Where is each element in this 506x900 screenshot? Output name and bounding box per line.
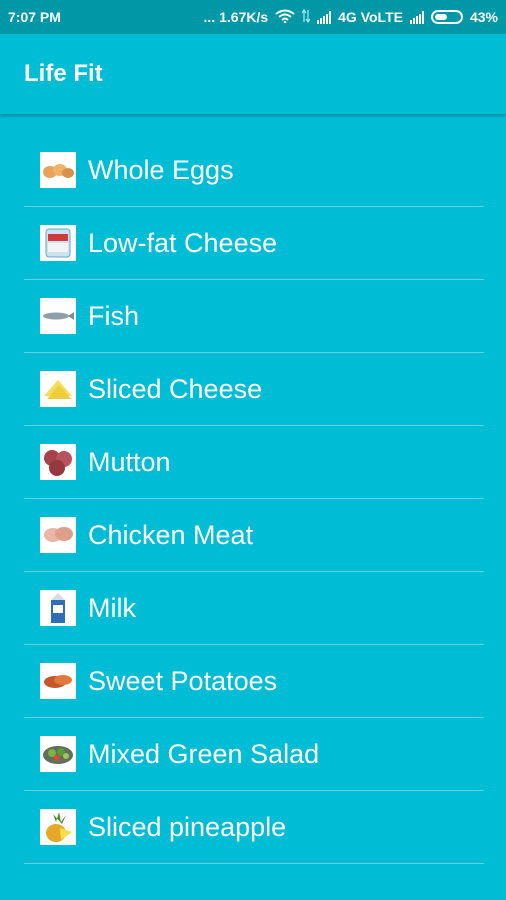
fish-icon: [40, 298, 76, 334]
app-bar: Life Fit: [0, 34, 506, 114]
battery-icon: [430, 10, 463, 24]
food-label: Mutton: [88, 446, 171, 477]
list-item-mutton[interactable]: Mutton: [24, 426, 484, 499]
list-item-fish[interactable]: Fish: [24, 280, 484, 353]
list-item-sliced-pineapple[interactable]: Sliced pineapple: [24, 791, 484, 864]
wifi-icon: [275, 9, 295, 26]
food-label: Chicken Meat: [88, 519, 254, 550]
chicken-meat-icon: [40, 517, 76, 553]
salad-icon: [40, 736, 76, 772]
list-item-whole-eggs[interactable]: Whole Eggs: [24, 134, 484, 207]
battery-percent: 43%: [469, 9, 498, 25]
food-label: Low-fat Cheese: [88, 227, 278, 258]
sweet-potato-icon: [40, 663, 76, 699]
eggs-icon: [40, 152, 76, 188]
list-item-mixed-green-salad[interactable]: Mixed Green Salad: [24, 718, 484, 791]
food-label: Whole Eggs: [88, 154, 234, 185]
food-label: Sliced Cheese: [88, 373, 263, 404]
list-item-low-fat-cheese[interactable]: Low-fat Cheese: [24, 207, 484, 280]
pineapple-icon: [40, 809, 76, 845]
list-item-milk[interactable]: Milk: [24, 572, 484, 645]
food-list: Whole Eggs Low-fat Cheese Fish Sliced Ch…: [24, 134, 484, 864]
food-label: Milk: [88, 592, 136, 623]
status-time: 7:07 PM: [8, 9, 61, 25]
cheese-tub-icon: [40, 225, 76, 261]
list-item-chicken-meat[interactable]: Chicken Meat: [24, 499, 484, 572]
network-type: 4G VoLTE: [338, 9, 403, 25]
list-item-sweet-potatoes[interactable]: Sweet Potatoes: [24, 645, 484, 718]
milk-carton-icon: [40, 590, 76, 626]
status-right: ... 1.67K/s 4G VoLTE 43%: [203, 8, 498, 26]
data-arrows-icon: [301, 8, 311, 26]
signal-icon: [409, 10, 424, 24]
network-speed: ... 1.67K/s: [203, 9, 269, 25]
mutton-icon: [40, 444, 76, 480]
food-label: Sweet Potatoes: [88, 665, 278, 696]
cheese-slice-icon: [40, 371, 76, 407]
food-label: Mixed Green Salad: [88, 738, 320, 769]
food-label: Fish: [88, 300, 140, 331]
signal-icon: [317, 10, 332, 24]
food-label: Sliced pineapple: [88, 811, 287, 842]
status-bar: 7:07 PM ... 1.67K/s 4G VoLTE 43%: [0, 0, 506, 34]
app-title: Life Fit: [24, 60, 103, 87]
list-item-sliced-cheese[interactable]: Sliced Cheese: [24, 353, 484, 426]
